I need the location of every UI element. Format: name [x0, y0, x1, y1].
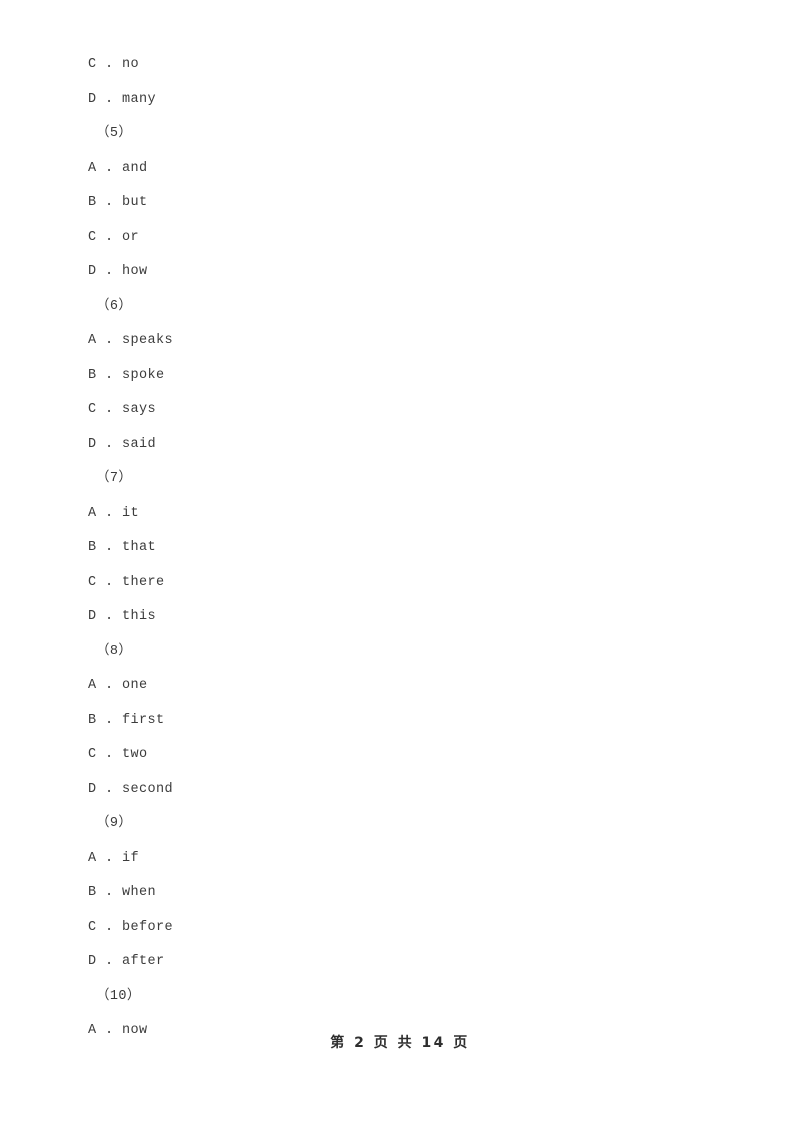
answer-option: B . spoke [88, 367, 165, 383]
answer-option: A . one [88, 678, 148, 693]
answer-option: B . but [88, 195, 148, 210]
question-number: （5） [96, 126, 133, 141]
answer-option: C . or [88, 229, 140, 245]
answer-option: C . before [88, 919, 174, 935]
answer-option: A . speaks [88, 333, 174, 348]
document-page: C . no D . many （5） A . and B . but C . or D .… [0, 0, 800, 1132]
question-number: （9） [96, 816, 133, 831]
question-number: （10） [96, 988, 141, 1004]
answer-option: D . after [88, 954, 165, 969]
answer-option: D . second [88, 781, 174, 797]
answer-option: B . that [88, 540, 157, 555]
answer-option: C . says [88, 402, 157, 417]
answer-option: D . this [88, 609, 157, 624]
answer-option: A . and [88, 160, 148, 176]
answer-option: C . no [88, 57, 140, 72]
answer-option: C . there [88, 574, 165, 590]
answer-option: D . said [88, 436, 157, 452]
answer-option: B . when [88, 885, 157, 900]
question-number: （6） [96, 298, 133, 314]
answer-option: A . if [88, 850, 140, 866]
question-number: （8） [96, 643, 133, 659]
question-options-list: C . no D . many （5） A . and B . but C . or D .… [88, 48, 688, 1049]
answer-option: C . two [88, 747, 148, 762]
page-footer: 第 2 页 共 14 页 [330, 1035, 470, 1051]
answer-option: D . how [88, 264, 148, 279]
answer-option: B . first [88, 712, 165, 728]
answer-option: A . it [88, 505, 140, 521]
question-number: （7） [96, 471, 133, 486]
answer-option: D . many [88, 91, 157, 107]
